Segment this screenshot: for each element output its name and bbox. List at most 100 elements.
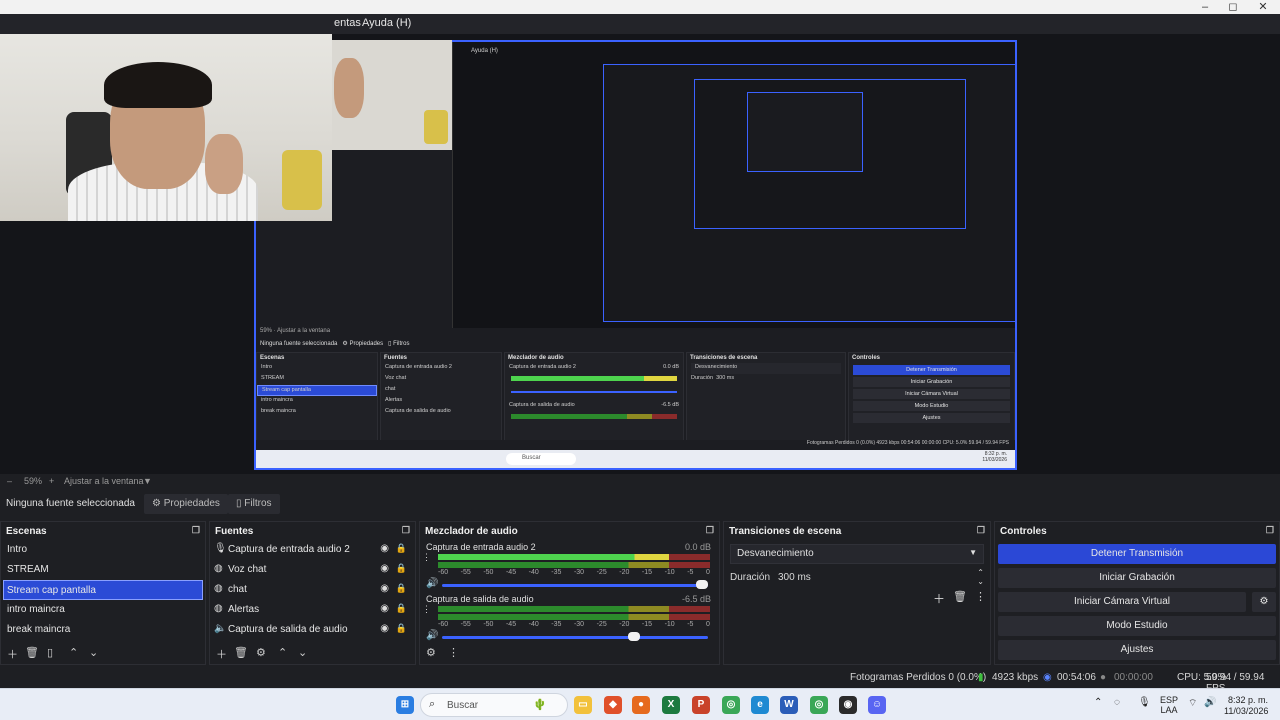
volume-slider[interactable]: 🔊 <box>426 630 711 642</box>
mixer-header: Mezclador de audio ❐ <box>420 522 719 540</box>
settings-button[interactable]: Ajustes <box>998 640 1276 660</box>
source-item[interactable]: ◍ Alertas ◉ 🔒 <box>210 600 415 620</box>
eye-icon[interactable]: ◉ <box>380 623 389 634</box>
excel-icon[interactable]: X <box>662 696 680 714</box>
eye-icon[interactable]: ◉ <box>380 543 389 554</box>
duration-input[interactable]: 300 ms <box>778 572 811 583</box>
fit-window-label[interactable]: Ajustar a la ventana <box>64 476 144 486</box>
transition-selected: Desvanecimiento <box>737 548 814 559</box>
chevron-down-icon[interactable]: ⌄ <box>298 646 307 659</box>
source-item[interactable]: 🎙 Captura de entrada audio 2 ◉ 🔒 <box>210 540 415 560</box>
properties-button[interactable]: ⚙ Propiedades <box>144 494 228 514</box>
clock[interactable]: 8:32 p. m. 11/03/2026 <box>1224 695 1268 717</box>
eye-icon[interactable]: ◉ <box>380 583 389 594</box>
gear-icon[interactable]: ⚙ <box>426 646 436 659</box>
chrome-profile-icon[interactable]: ◎ <box>810 696 828 714</box>
lock-icon[interactable]: 🔒 <box>396 603 407 614</box>
scene-item[interactable]: break maincra <box>1 620 205 640</box>
trash-icon[interactable]: 🗑 <box>234 646 248 659</box>
zoom-dropdown-icon[interactable]: ▼ <box>143 476 152 486</box>
zoom-in-button[interactable]: + <box>49 476 54 486</box>
gear-icon[interactable]: ⚙ <box>256 646 266 659</box>
meter-tick: -25 <box>596 569 607 576</box>
network-icon[interactable]: ◌ <box>1114 697 1120 708</box>
discord-icon[interactable]: ☺ <box>868 696 886 714</box>
trash-icon[interactable]: 🗑 <box>25 646 39 659</box>
language-indicator[interactable]: ESP LAA <box>1160 695 1178 715</box>
volume-track[interactable] <box>442 636 708 639</box>
edge-icon[interactable]: e <box>751 696 769 714</box>
menu-item-ventanas[interactable]: entas <box>334 17 361 29</box>
chevron-down-icon[interactable]: ⌄ <box>89 646 98 659</box>
more-icon[interactable]: ⋮ <box>448 646 459 659</box>
undock-icon[interactable]: ❐ <box>977 525 985 536</box>
nested-control-btn: Iniciar Grabación <box>853 377 1010 387</box>
volume-slider[interactable]: 🔊 <box>426 578 711 590</box>
word-icon[interactable]: W <box>780 696 798 714</box>
maximize-button[interactable]: ◻ <box>1218 0 1248 14</box>
chevron-up-icon[interactable]: ⌃ <box>1094 697 1102 708</box>
add-icon[interactable]: ＋ <box>216 646 227 662</box>
scene-item[interactable]: intro maincra <box>1 600 205 620</box>
eye-icon[interactable]: ◉ <box>380 603 389 614</box>
minimize-button[interactable]: – <box>1190 0 1220 14</box>
nested-source: Captura de entrada audio 2 <box>385 364 452 370</box>
volume-icon[interactable]: 🔊 <box>1204 697 1216 708</box>
chrome-icon[interactable]: ◎ <box>722 696 740 714</box>
studio-mode-button[interactable]: Modo Estudio <box>998 616 1276 636</box>
firefox-icon[interactable]: ● <box>632 696 650 714</box>
powerpoint-icon[interactable]: P <box>692 696 710 714</box>
microphone-icon[interactable]: 🎙 <box>1138 697 1151 708</box>
more-icon[interactable]: ⋮ <box>422 552 431 563</box>
nested-meter <box>511 376 677 381</box>
undock-icon[interactable]: ❐ <box>192 525 200 536</box>
add-icon[interactable]: ＋ <box>933 590 945 607</box>
obs-icon[interactable]: ◉ <box>839 696 857 714</box>
duration-stepper[interactable]: ⌃ ⌄ <box>977 568 984 586</box>
meter-ticks: -60 -55 -50 -45 -40 -35 -30 -25 -20 -15 -10 -5 0 <box>438 569 710 576</box>
chevron-up-icon[interactable]: ⌃ <box>69 646 78 659</box>
source-item[interactable]: ◍ Voz chat ◉ 🔒 <box>210 560 415 580</box>
volume-knob[interactable] <box>628 632 641 641</box>
scene-item[interactable]: STREAM <box>1 560 205 580</box>
lock-icon[interactable]: 🔒 <box>396 543 407 554</box>
lock-icon[interactable]: 🔒 <box>396 583 407 594</box>
scene-item[interactable]: Intro <box>1 540 205 560</box>
start-virtual-camera-button[interactable]: Iniciar Cámara Virtual <box>998 592 1246 612</box>
trash-icon[interactable]: 🗑 <box>953 590 967 603</box>
close-button[interactable]: ✕ <box>1248 0 1278 14</box>
undock-icon[interactable]: ❐ <box>1266 525 1274 536</box>
webcam-source[interactable] <box>0 34 332 221</box>
speaker-icon[interactable]: 🔊 <box>426 630 438 641</box>
menu-item-ayuda[interactable]: Ayuda (H) <box>362 17 411 29</box>
lock-icon[interactable]: 🔒 <box>396 563 407 574</box>
virtual-camera-settings-button[interactable]: ⚙ <box>1252 592 1276 612</box>
taskbar-search[interactable]: ⌕ Buscar 🌵 <box>420 693 568 717</box>
add-icon[interactable]: ＋ <box>7 646 18 662</box>
more-icon[interactable]: ⋮ <box>975 590 986 603</box>
volume-knob[interactable] <box>696 580 708 589</box>
chevron-up-icon[interactable]: ⌃ <box>278 646 287 659</box>
start-recording-button[interactable]: Iniciar Grabación <box>998 568 1276 588</box>
undock-icon[interactable]: ❐ <box>706 525 714 536</box>
lock-icon[interactable]: 🔒 <box>396 623 407 634</box>
undock-icon[interactable]: ❐ <box>402 525 410 536</box>
meter-tick: -55 <box>460 569 471 576</box>
preview-area[interactable]: Ayuda (H) 59% · Ajustar a la ventana Nin… <box>0 34 1280 474</box>
transition-select[interactable]: Desvanecimiento ▼ <box>730 544 984 564</box>
filters-button[interactable]: ▯ Filtros <box>228 494 280 514</box>
wifi-icon[interactable]: ⌔ <box>1188 697 1197 710</box>
scene-item-selected[interactable]: Stream cap pantalla <box>3 580 203 600</box>
zoom-out-button[interactable]: – <box>7 476 12 486</box>
brave-icon[interactable]: ◆ <box>604 696 622 714</box>
eye-icon[interactable]: ◉ <box>380 563 389 574</box>
windows-start-icon[interactable]: ⊞ <box>396 696 414 714</box>
stop-streaming-button[interactable]: Detener Transmisión <box>998 544 1276 564</box>
source-item[interactable]: ◍ chat ◉ 🔒 <box>210 580 415 600</box>
speaker-icon[interactable]: 🔊 <box>426 578 438 589</box>
filter-icon[interactable]: ▯ <box>47 646 53 659</box>
more-icon[interactable]: ⋮ <box>422 604 431 615</box>
file-explorer-icon[interactable]: ▭ <box>574 696 592 714</box>
volume-track[interactable] <box>442 584 708 587</box>
source-item[interactable]: 🔈 Captura de salida de audio ◉ 🔒 <box>210 620 415 640</box>
